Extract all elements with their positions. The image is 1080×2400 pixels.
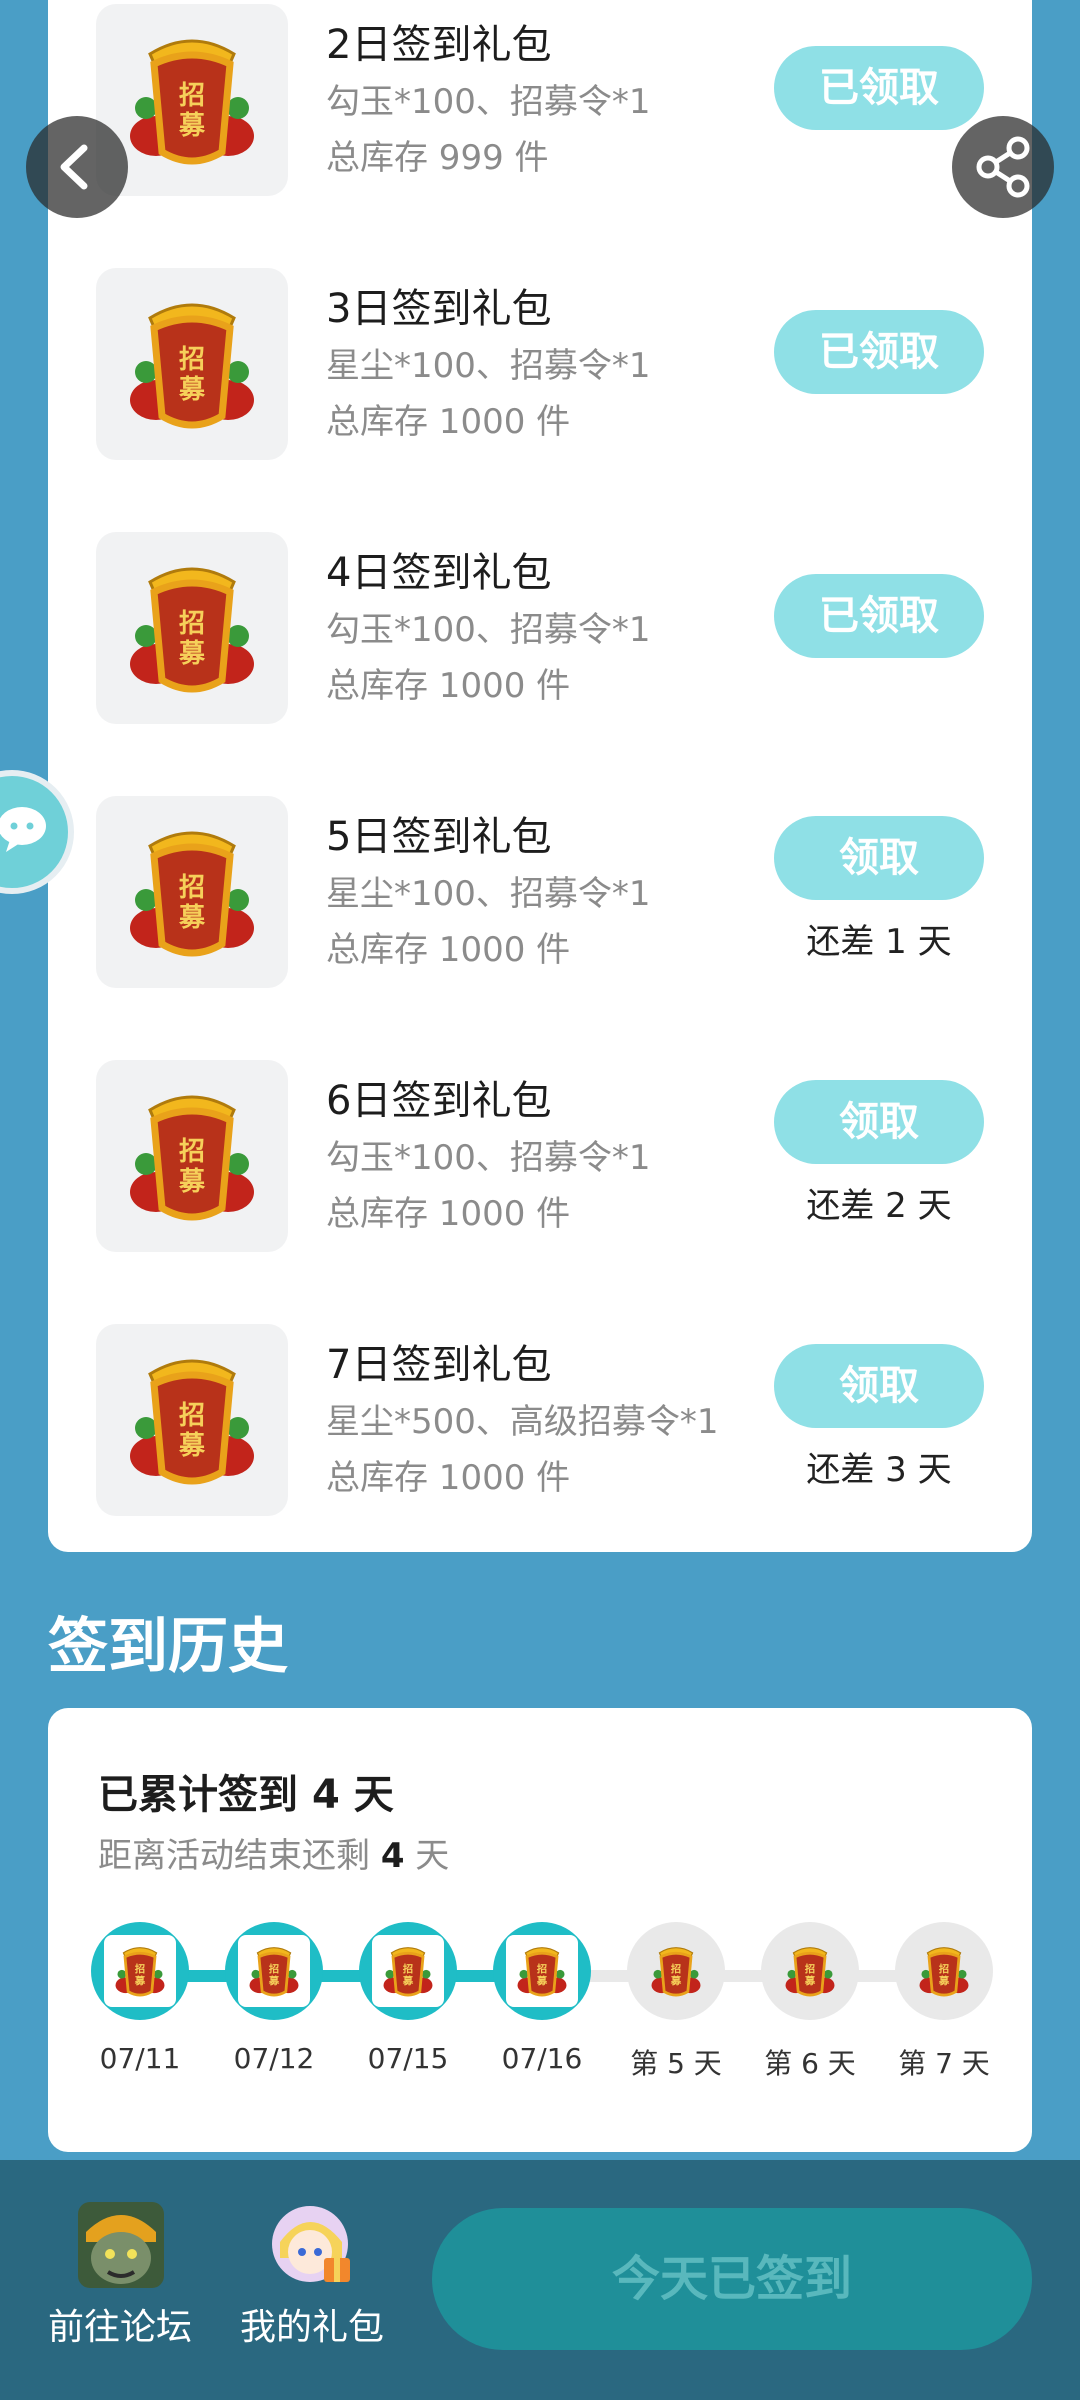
days-left-label: 还差 1 天 (806, 922, 952, 962)
days-left-label: 还差 3 天 (806, 1450, 952, 1490)
history-heading: 签到历史 (48, 1612, 288, 1682)
gift-mascot-icon (272, 2206, 350, 2282)
gift-stock: 总库存 1000 件 (326, 1458, 571, 1498)
gift-title: 7日签到礼包 (326, 1342, 552, 1388)
chat-icon (0, 807, 46, 852)
gift-icon (96, 1060, 288, 1252)
game-avatar-icon (78, 2202, 164, 2288)
gift-title: 5日签到礼包 (326, 814, 552, 860)
total-prefix: 已累计签到 (98, 1772, 312, 1818)
gift-title: 2日签到礼包 (326, 22, 552, 68)
gift-content: 勾玉*100、招募令*1 (326, 1138, 651, 1178)
timeline-day-node (359, 1922, 457, 2020)
timeline-day-label: 07/12 (233, 2042, 315, 2075)
gift-row: 7日签到礼包 星尘*500、高级招募令*1 总库存 1000 件 领取 还差 3… (48, 1280, 1032, 1544)
bottom-action-bar: 前往论坛 我的礼包 今天已签到 (0, 2160, 1080, 2400)
gift-row: 3日签到礼包 星尘*100、招募令*1 总库存 1000 件 已领取 (48, 224, 1032, 488)
gift-icon (96, 1324, 288, 1516)
timeline-day-label: 07/16 (501, 2042, 583, 2075)
share-button[interactable] (952, 116, 1054, 218)
gift-icon (96, 796, 288, 988)
gift-row: 5日签到礼包 星尘*100、招募令*1 总库存 1000 件 领取 还差 1 天 (48, 752, 1032, 1016)
timeline-day-node (225, 1922, 323, 2020)
gift-icon (96, 268, 288, 460)
gift-content: 勾玉*100、招募令*1 (326, 610, 651, 650)
my-gifts-label: 我的礼包 (239, 2307, 384, 2348)
remaining-suffix: 天 (404, 1836, 450, 1876)
remaining-days-text: 距离活动结束还剩 4 天 (98, 1828, 449, 1877)
timeline-day-node (895, 1922, 993, 2020)
claim-button[interactable]: 领取 (774, 1344, 984, 1428)
forum-label: 前往论坛 (47, 2307, 192, 2348)
timeline-day-node (761, 1922, 859, 2020)
checkin-history-card: 已累计签到 4 天 距离活动结束还剩 4 天 07/11 07/12 07/15… (48, 1708, 1032, 2152)
remaining-days-count: 4 (380, 1836, 405, 1876)
gift-row: 4日签到礼包 勾玉*100、招募令*1 总库存 1000 件 已领取 (48, 488, 1032, 752)
checked-in-today-button[interactable]: 今天已签到 (432, 2208, 1032, 2350)
gift-content: 星尘*500、高级招募令*1 (326, 1402, 719, 1442)
timeline-day-node (493, 1922, 591, 2020)
claim-button[interactable]: 领取 (774, 1080, 984, 1164)
claimed-button[interactable]: 已领取 (774, 574, 984, 658)
share-icon (976, 136, 1030, 198)
timeline-day-node (627, 1922, 725, 2020)
gift-stock: 总库存 1000 件 (326, 666, 571, 706)
gift-content: 勾玉*100、招募令*1 (326, 82, 651, 122)
remaining-prefix: 距离活动结束还剩 (98, 1836, 381, 1876)
timeline-day-label: 07/11 (99, 2042, 181, 2075)
days-left-label: 还差 2 天 (806, 1186, 952, 1226)
gift-row: 2日签到礼包 勾玉*100、招募令*1 总库存 999 件 已领取 (48, 0, 1032, 224)
my-gifts-nav-button[interactable]: 我的礼包 (222, 2202, 402, 2362)
gift-title: 4日签到礼包 (326, 550, 552, 596)
back-button[interactable] (26, 116, 128, 218)
total-suffix: 天 (339, 1772, 394, 1818)
gift-stock: 总库存 999 件 (326, 138, 549, 178)
timeline-day-label: 第 5 天 (630, 2047, 722, 2080)
gift-stock: 总库存 1000 件 (326, 1194, 571, 1234)
gift-stock: 总库存 1000 件 (326, 930, 571, 970)
gift-icon (96, 532, 288, 724)
timeline-day-label: 第 7 天 (898, 2047, 990, 2080)
claim-button[interactable]: 领取 (774, 816, 984, 900)
gift-content: 星尘*100、招募令*1 (326, 874, 651, 914)
gift-list-card: 2日签到礼包 勾玉*100、招募令*1 总库存 999 件 已领取 3日签到礼包… (48, 0, 1032, 1552)
total-days-count: 4 (311, 1772, 340, 1818)
gift-row: 6日签到礼包 勾玉*100、招募令*1 总库存 1000 件 领取 还差 2 天 (48, 1016, 1032, 1280)
gift-title: 3日签到礼包 (326, 286, 552, 332)
timeline-day-label: 07/15 (367, 2042, 449, 2075)
gift-content: 星尘*100、招募令*1 (326, 346, 651, 386)
timeline-day-node (91, 1922, 189, 2020)
gift-stock: 总库存 1000 件 (326, 402, 571, 442)
timeline-day-label: 第 6 天 (764, 2047, 856, 2080)
total-checkin-text: 已累计签到 4 天 (98, 1762, 394, 1820)
chevron-left-icon (60, 144, 88, 190)
claimed-button[interactable]: 已领取 (774, 310, 984, 394)
forum-nav-button[interactable]: 前往论坛 (30, 2202, 210, 2362)
gift-title: 6日签到礼包 (326, 1078, 552, 1124)
